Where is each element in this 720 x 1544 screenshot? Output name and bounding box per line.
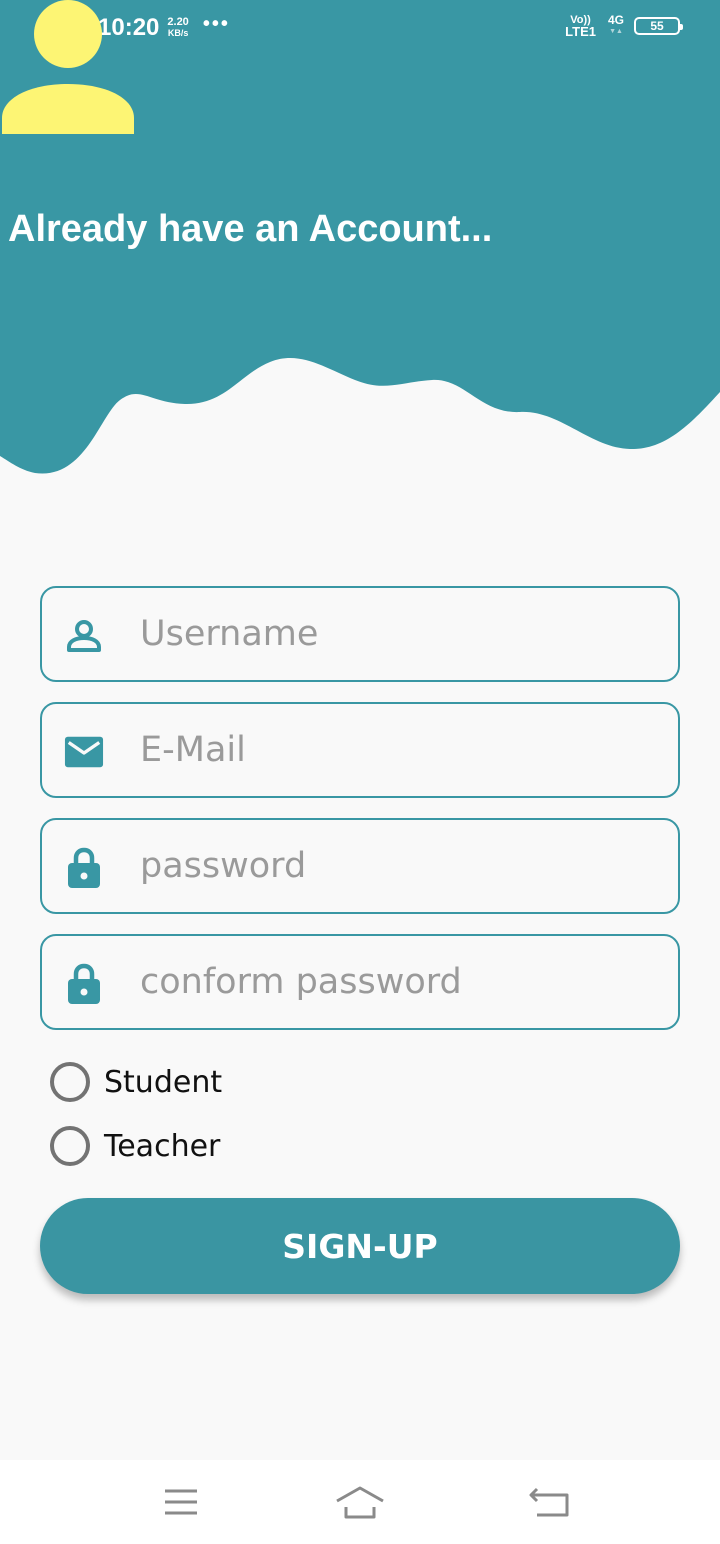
battery-level: 55 [650,19,664,33]
system-nav-bar [0,1460,720,1544]
person-outline-icon [64,616,104,656]
lock-icon [64,963,104,1004]
network-speed: 2.20 KB/s [167,16,189,39]
email-input[interactable] [140,718,660,782]
mail-icon [64,732,104,772]
header-banner: 4G 3G 10:20 2.20 KB/s ••• Vo)) LTE1 4G ▼… [0,0,720,480]
signup-button[interactable]: SIGN-UP [40,1198,680,1294]
radio-label-student: Student [104,1064,223,1100]
home-icon[interactable] [335,1480,385,1524]
password-input[interactable] [140,834,660,898]
page-title: Already have an Account... [8,208,493,250]
person-icon [2,0,134,134]
confirm-password-field[interactable] [40,934,680,1030]
battery-icon: 55 [634,17,683,35]
email-field[interactable] [40,702,680,798]
username-field[interactable] [40,586,680,682]
confirm-password-input[interactable] [140,950,660,1014]
radio-button[interactable] [50,1126,90,1166]
lock-icon [64,847,104,888]
back-icon[interactable] [524,1480,574,1524]
radio-label-teacher: Teacher [104,1128,221,1164]
radio-teacher[interactable]: Teacher [50,1126,220,1166]
password-field[interactable] [40,818,680,914]
radio-button[interactable] [50,1062,90,1102]
more-notifications-icon: ••• [202,12,230,35]
volte-indicator: Vo)) LTE1 [565,14,596,39]
data-4g-indicator: 4G ▼▲ [607,13,624,35]
username-input[interactable] [140,602,660,666]
radio-student[interactable]: Student [50,1062,222,1102]
menu-icon[interactable] [156,1480,206,1524]
